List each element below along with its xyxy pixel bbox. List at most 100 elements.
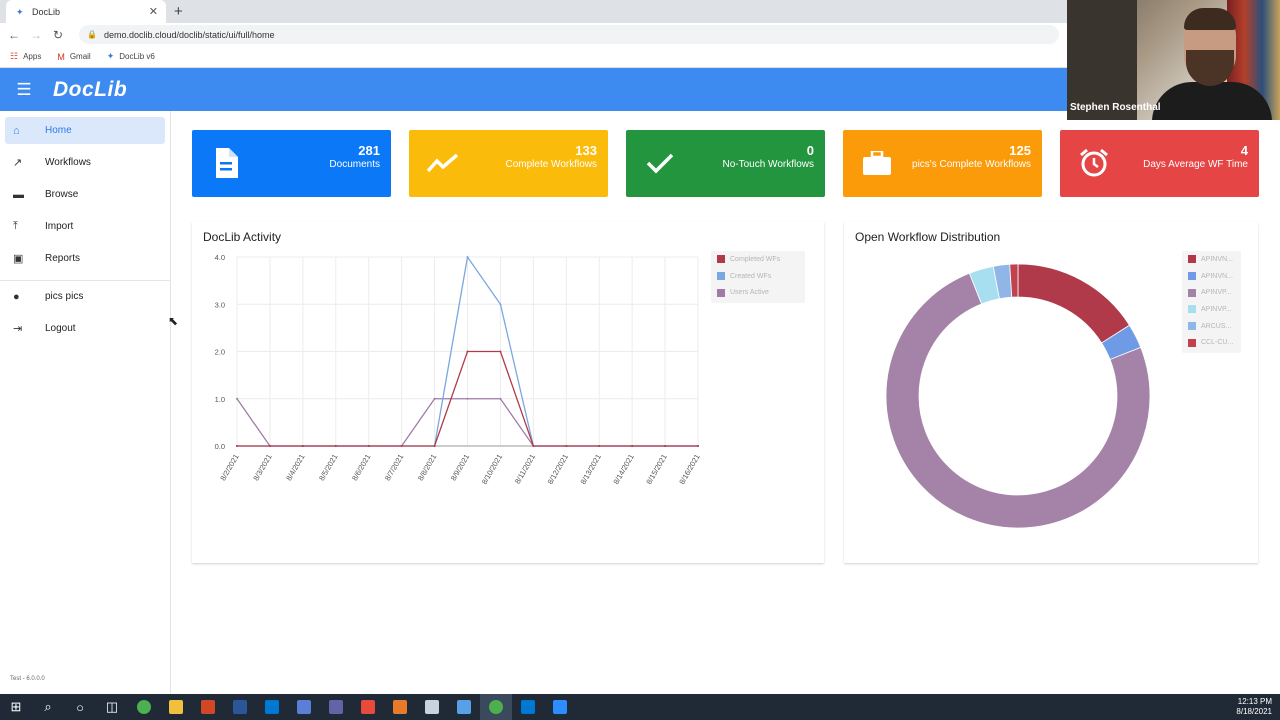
home-icon: ⌂	[13, 124, 20, 137]
sidebar-item-pics-pics[interactable]: ● pics pics	[5, 283, 165, 310]
series-point	[466, 397, 469, 400]
trending-icon: ↗	[13, 157, 23, 169]
user-icon: ●	[13, 290, 20, 303]
series-point	[697, 445, 699, 447]
stat-card-pics-s-complete-workflows[interactable]: 125 pics's Complete Workflows	[843, 130, 1042, 197]
legend-item[interactable]: Users Active	[711, 284, 805, 301]
doclib-icon: ✦	[106, 51, 115, 61]
x-tick-label: 8/10/2021	[480, 453, 504, 486]
x-tick-label: 8/11/2021	[513, 453, 537, 486]
stat-card-days-average-wf-time[interactable]: 4 Days Average WF Time	[1060, 130, 1259, 197]
stat-value: 133	[575, 143, 597, 158]
x-tick-label: 8/3/2021	[251, 453, 273, 483]
webcam-person-hair	[1184, 8, 1236, 30]
stat-label: Complete Workflows	[505, 159, 597, 170]
chrome-icon[interactable]	[480, 694, 512, 720]
app-icon[interactable]	[448, 694, 480, 720]
version-label: Test - 6.0.0.0	[10, 676, 45, 682]
taskbar-app-tile	[393, 700, 407, 714]
x-tick-label: 8/15/2021	[644, 453, 668, 486]
app-icon[interactable]	[352, 694, 384, 720]
legend-item[interactable]: Completed WFs	[711, 251, 805, 268]
apps-grid-icon: ☷	[10, 51, 19, 61]
taskbar-app-tile	[201, 700, 215, 714]
x-tick-label: 8/5/2021	[317, 453, 339, 483]
series-point	[433, 397, 436, 400]
lock-icon: 🔒	[87, 30, 97, 39]
zoom-icon[interactable]	[544, 694, 576, 720]
doclib-logo: DocLib	[53, 77, 128, 101]
legend-swatch	[1188, 322, 1196, 331]
task-view-icon[interactable]: ◫	[96, 694, 128, 720]
stat-value: 4	[1240, 143, 1248, 158]
legend-item[interactable]: APINVN...	[1182, 251, 1241, 268]
distribution-panel: Open Workflow Distribution APINVN... APIN…	[844, 222, 1258, 563]
sidebar-item-import[interactable]: ⤒ Import	[5, 213, 165, 240]
menu-hamburger-icon[interactable]: ☰	[0, 80, 48, 100]
x-tick-label: 8/12/2021	[546, 453, 570, 486]
outlook-icon[interactable]	[256, 694, 288, 720]
system-clock[interactable]: 12:13 PM 8/18/2021	[1236, 697, 1272, 717]
sidebar-item-browse[interactable]: ▬ Browse	[5, 181, 165, 208]
legend-item[interactable]: CCL-CU...	[1182, 334, 1241, 351]
app-icon[interactable]	[288, 694, 320, 720]
legend-item[interactable]: ARCUS...	[1182, 318, 1241, 335]
legend-swatch	[717, 255, 725, 264]
bookmark-item[interactable]: ☷ Apps	[10, 51, 41, 62]
taskbar-app-tile	[521, 700, 535, 714]
windows-start-icon[interactable]: ⊞	[0, 694, 32, 720]
taskbar-app-tile	[489, 700, 503, 714]
search-icon[interactable]: ⌕	[32, 694, 64, 720]
close-tab-icon[interactable]: ✕	[149, 5, 158, 18]
sidebar-item-logout[interactable]: ⇥ Logout	[5, 315, 165, 342]
powerpoint-icon[interactable]	[192, 694, 224, 720]
legend-label: CCL-CU...	[1201, 339, 1234, 347]
bookmark-item[interactable]: ✦ DocLib v6	[107, 51, 155, 62]
briefcase-icon	[857, 145, 897, 181]
legend-item[interactable]: APINVP...	[1182, 284, 1241, 301]
gmail-icon: M	[57, 51, 65, 62]
series-point	[301, 445, 304, 447]
forward-arrow-icon[interactable]: →	[25, 28, 47, 42]
sidebar-divider	[0, 280, 170, 281]
x-tick-label: 8/8/2021	[416, 453, 438, 483]
bookmark-item[interactable]: M Gmail	[57, 52, 90, 62]
upload-icon: ⤒	[13, 220, 18, 232]
trend-line-icon	[423, 145, 463, 181]
donut-slice[interactable]	[1017, 263, 1131, 344]
back-arrow-icon[interactable]: ←	[3, 28, 25, 42]
cortana-icon[interactable]: ○	[64, 694, 96, 720]
legend-label: Completed WFs	[730, 255, 781, 263]
word-icon[interactable]	[224, 694, 256, 720]
report-search-icon: ▣	[13, 253, 24, 265]
sidebar-item-workflows[interactable]: ↗ Workflows	[5, 149, 165, 176]
teams-icon[interactable]	[320, 694, 352, 720]
reload-icon[interactable]: ↻	[47, 28, 69, 42]
browser-tab[interactable]: ✦ DocLib ✕	[6, 0, 166, 23]
alarm-clock-icon	[1074, 145, 1114, 181]
series-point	[268, 445, 271, 447]
url-field[interactable]: 🔒 demo.doclib.cloud/doclib/static/ui/ful…	[79, 25, 1059, 44]
app-icon[interactable]	[416, 694, 448, 720]
series-point	[433, 445, 436, 447]
stat-card-complete-workflows[interactable]: 133 Complete Workflows	[409, 130, 608, 197]
y-tick-label: 0.0	[215, 442, 225, 451]
new-tab-button[interactable]: +	[174, 3, 183, 20]
app-icon[interactable]	[384, 694, 416, 720]
stat-value: 0	[806, 143, 814, 158]
sidebar: Test - 6.0.0.0 ⌂ Home ↗ Workflows ▬ Browse ⤒ Im…	[0, 111, 171, 694]
sidebar-item-reports[interactable]: ▣ Reports	[5, 245, 165, 272]
legend-item[interactable]: APINVP...	[1182, 301, 1241, 318]
x-tick-label: 8/13/2021	[578, 453, 602, 486]
legend-item[interactable]: APINVN...	[1182, 268, 1241, 285]
sidebar-item-label: Import	[45, 221, 74, 232]
outlook-icon[interactable]	[512, 694, 544, 720]
file-explorer-icon[interactable]	[160, 694, 192, 720]
sidebar-item-home[interactable]: ⌂ Home	[5, 117, 165, 144]
legend-item[interactable]: Created WFs	[711, 268, 805, 285]
stat-card-no-touch-workflows[interactable]: 0 No-Touch Workflows	[626, 130, 825, 197]
legend-swatch	[1188, 272, 1196, 281]
bookmark-label: Gmail	[69, 52, 91, 61]
chrome-icon[interactable]	[128, 694, 160, 720]
stat-card-documents[interactable]: 281 Documents	[192, 130, 391, 197]
